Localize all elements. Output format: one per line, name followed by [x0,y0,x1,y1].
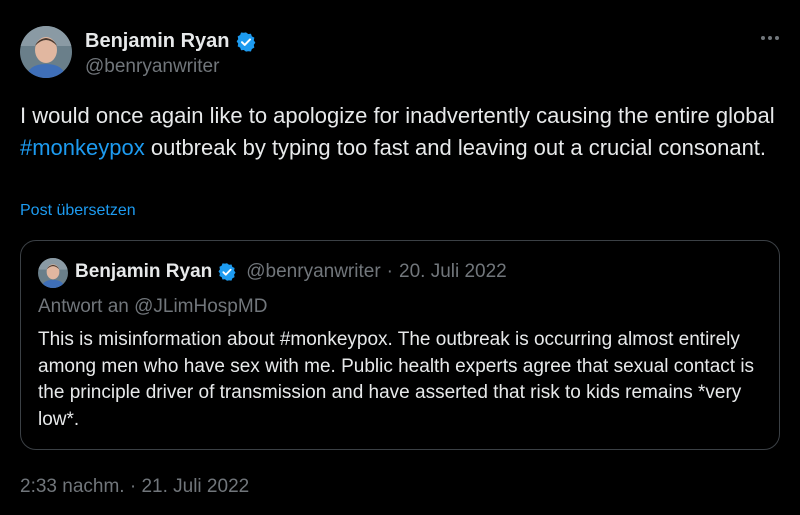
dot [768,36,772,40]
author-display-name[interactable]: Benjamin Ryan [85,30,229,53]
quoted-display-name: Benjamin Ryan [75,261,213,282]
verified-badge-icon [235,31,257,53]
hashtag-link[interactable]: #monkeypox [20,135,145,160]
tweet-text-part: I would once again like to apologize for… [20,103,775,128]
quoted-separator: · [386,261,393,282]
tweet-text: I would once again like to apologize for… [20,100,790,164]
tweet-timestamp[interactable]: 2:33 nachm. · 21. Juli 2022 [20,476,249,498]
quoted-header: Benjamin Ryan @benryanwriter · 20. Juli … [75,261,507,283]
avatar[interactable] [20,26,72,78]
verified-badge-icon [217,262,237,282]
quoted-avatar [38,258,68,288]
author-name-row: Benjamin Ryan [85,30,257,53]
dot [761,36,765,40]
quoted-text: This is misinformation about #monkeypox.… [38,329,755,430]
tweet-text-part: outbreak by typing too fast and leaving … [144,135,767,160]
dot [775,36,779,40]
quoted-reply-to: Antwort an @JLimHospMD [38,296,268,317]
translate-post-link[interactable]: Post übersetzen [20,202,136,220]
more-options-icon[interactable] [756,26,784,50]
tweet-card: Benjamin Ryan @benryanwriter I would onc… [0,0,800,515]
quoted-tweet[interactable]: Benjamin Ryan @benryanwriter · 20. Juli … [20,240,780,450]
quoted-handle: @benryanwriter [246,261,381,282]
quoted-date: 20. Juli 2022 [399,261,507,282]
author-handle[interactable]: @benryanwriter [85,56,219,78]
